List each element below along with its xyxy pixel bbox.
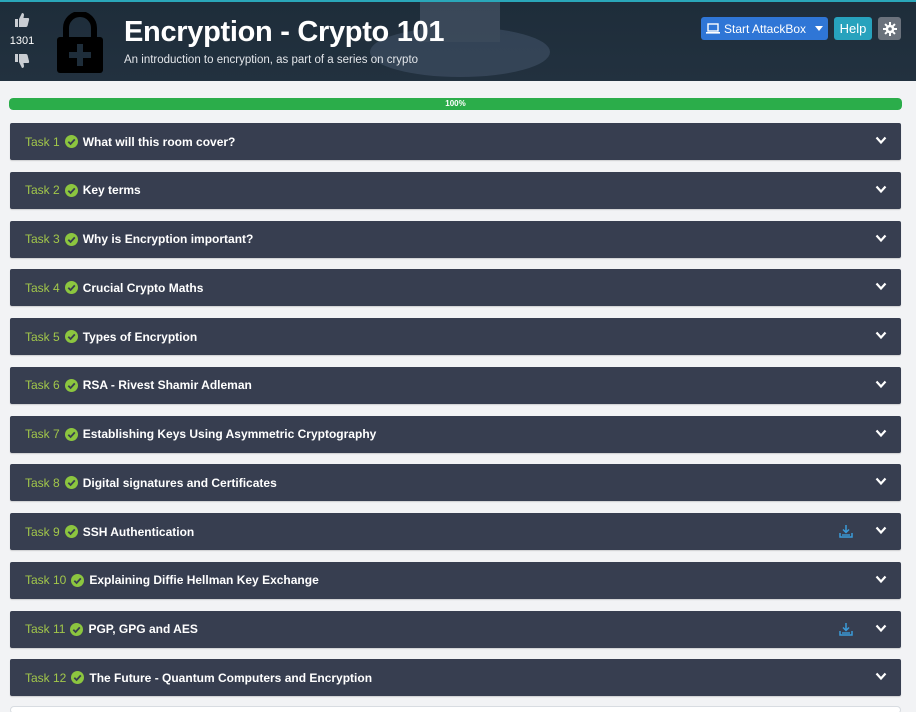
chevron-down-icon[interactable] <box>875 185 887 194</box>
task-row[interactable]: Task 3 Why is Encryption important? <box>10 220 901 258</box>
room-subtitle: An introduction to encryption, as part o… <box>124 54 419 66</box>
check-circle-icon <box>64 525 78 538</box>
task-number: Task 12 <box>25 670 67 685</box>
help-button[interactable]: Help <box>834 17 872 40</box>
chevron-down-icon[interactable] <box>875 624 887 633</box>
check-circle-icon <box>64 476 78 490</box>
vote-count: 1301 <box>9 35 35 47</box>
check-circle-icon <box>71 671 85 685</box>
task-number: Task 7 <box>25 427 60 441</box>
thumbs-up-icon[interactable] <box>14 12 30 28</box>
chevron-down-icon[interactable] <box>875 526 887 535</box>
task-row[interactable]: Task 12 The Future - Quantum Computers an… <box>10 659 901 697</box>
room-footer-panel <box>10 706 901 712</box>
chevron-down-icon[interactable] <box>875 429 887 438</box>
task-number: Task 2 <box>25 183 60 198</box>
task-title: Establishing Keys Using Asymmetric Crypt… <box>82 427 377 441</box>
task-row[interactable]: Task 11 PGP, GPG and AES <box>10 610 901 648</box>
chevron-down-icon[interactable] <box>875 575 887 584</box>
task-number: Task 9 <box>25 524 60 539</box>
thumbs-down-icon[interactable] <box>14 53 30 69</box>
task-list: Task 1 What will this room cover? Task 2 Ke… <box>10 123 901 708</box>
task-row[interactable]: Task 4 Crucial Crypto Maths <box>10 269 901 307</box>
task-row[interactable]: Task 5 Types of Encryption <box>10 318 901 355</box>
chevron-down-icon[interactable] <box>875 234 887 243</box>
task-row[interactable]: Task 10 Explaining Diffie Hellman Key Exc… <box>10 561 901 599</box>
chevron-down-icon[interactable] <box>875 380 887 389</box>
task-row[interactable]: Task 6 RSA - Rivest Shamir Adleman <box>10 366 901 404</box>
check-circle-icon <box>64 427 78 441</box>
start-attackbox-label: Start AttackBox <box>724 21 807 36</box>
task-number: Task 11 <box>25 622 66 636</box>
task-title: The Future - Quantum Computers and Encry… <box>89 670 373 685</box>
task-title: Crucial Crypto Maths <box>82 280 204 295</box>
check-circle-icon <box>64 135 78 148</box>
vote-panel: 1301 <box>6 12 38 69</box>
room-header: 1301 Encryption - Crypto 101 An introduc… <box>0 0 916 81</box>
check-circle-icon <box>64 330 78 343</box>
task-row[interactable]: Task 9 SSH Authentication <box>10 513 901 550</box>
task-title: Key terms <box>82 183 141 198</box>
room-progress-bar: 100% <box>9 98 902 110</box>
check-circle-icon <box>64 281 78 295</box>
check-circle-icon <box>64 232 78 246</box>
task-row[interactable]: Task 7 Establishing Keys Using Asymmetric… <box>10 415 901 453</box>
task-title: Digital signatures and Certificates <box>82 475 277 490</box>
chevron-down-icon[interactable] <box>815 26 823 31</box>
task-number: Task 5 <box>25 329 60 344</box>
check-circle-icon <box>70 622 84 636</box>
task-title: Explaining Diffie Hellman Key Exchange <box>89 573 319 588</box>
task-number: Task 8 <box>25 475 60 490</box>
chevron-down-icon[interactable] <box>875 477 887 486</box>
start-attackbox-button[interactable]: Start AttackBox <box>701 17 828 40</box>
download-icon[interactable] <box>839 622 853 636</box>
chevron-down-icon[interactable] <box>875 136 887 145</box>
download-icon[interactable] <box>839 524 853 538</box>
chevron-down-icon[interactable] <box>875 331 887 340</box>
progress-percent: 100% <box>445 99 466 108</box>
task-row[interactable]: Task 1 What will this room cover? <box>10 123 901 160</box>
task-title: SSH Authentication <box>82 524 195 539</box>
task-title: RSA - Rivest Shamir Adleman <box>82 378 252 393</box>
gear-icon <box>882 21 897 36</box>
check-circle-icon <box>71 573 85 587</box>
task-title: Types of Encryption <box>82 329 198 344</box>
task-title: Why is Encryption important? <box>82 232 254 246</box>
chevron-down-icon[interactable] <box>875 282 887 291</box>
room-title: Encryption - Crypto 101 <box>124 16 445 48</box>
task-title: PGP, GPG and AES <box>88 622 198 636</box>
task-title: What will this room cover? <box>82 134 236 149</box>
settings-button[interactable] <box>878 17 901 40</box>
task-number: Task 3 <box>25 232 60 246</box>
check-circle-icon <box>64 183 78 197</box>
task-row[interactable]: Task 8 Digital signatures and Certificate… <box>10 464 901 502</box>
laptop-icon <box>706 23 720 34</box>
task-number: Task 4 <box>25 280 60 295</box>
task-row[interactable]: Task 2 Key terms <box>10 171 901 209</box>
chevron-down-icon[interactable] <box>875 672 887 681</box>
check-circle-icon <box>64 378 78 392</box>
padlock-plus-icon <box>57 12 103 73</box>
task-number: Task 6 <box>25 378 60 393</box>
task-number: Task 1 <box>25 134 60 149</box>
task-number: Task 10 <box>25 573 67 588</box>
